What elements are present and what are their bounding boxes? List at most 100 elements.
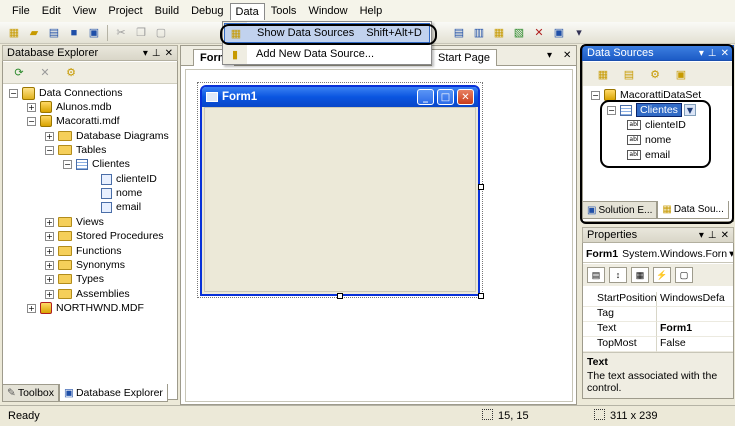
tab-list-icon[interactable]: ▾ <box>547 50 552 61</box>
tab-database-explorer[interactable]: ▣ Database Explorer <box>59 384 168 402</box>
open-folder-icon[interactable]: ▰ <box>26 25 42 41</box>
add-item-icon[interactable]: ▤ <box>46 25 62 41</box>
collapse-icon[interactable]: − <box>27 116 36 126</box>
resize-handle-right[interactable] <box>478 184 484 190</box>
expand-icon[interactable]: + <box>45 231 54 241</box>
column-icon <box>101 173 112 185</box>
copy-icon[interactable]: ❐ <box>133 25 149 41</box>
object-browser-icon[interactable]: ▥ <box>471 25 487 41</box>
tree-node-tables[interactable]: − Tables <box>45 143 106 157</box>
minimize-icon[interactable]: _ <box>417 89 434 105</box>
database-explorer-panel: Database Explorer ▾ ⊥ ✕ ⟳ ✕ ⚙ − Data Conn… <box>2 45 178 400</box>
column-icon <box>101 187 112 199</box>
dropdown-icon[interactable]: ▾ <box>143 48 148 59</box>
start-page-icon[interactable]: ▣ <box>551 25 567 41</box>
maximize-icon[interactable]: □ <box>437 89 454 105</box>
folder-icon <box>58 246 72 256</box>
tree-node-clientes[interactable]: − Clientes <box>63 157 130 171</box>
tree-node-database-diagrams[interactable]: + Database Diagrams <box>45 129 169 143</box>
form1-window[interactable]: Form1 _ □ ✕ <box>200 85 480 296</box>
size-icon <box>594 409 605 420</box>
form1-titlebar[interactable]: Form1 _ □ ✕ <box>202 87 478 107</box>
menu-tools[interactable]: Tools <box>265 2 303 20</box>
menu-view[interactable]: View <box>67 2 103 20</box>
properties-title-text: Properties <box>587 229 638 241</box>
menu-item-add-new-data-source[interactable]: ▮ Add New Data Source... <box>224 44 430 64</box>
save-icon[interactable]: ■ <box>66 25 82 41</box>
tree-node-northwnd[interactable]: + NORTHWND.MDF <box>27 301 144 315</box>
menu-window[interactable]: Window <box>302 2 353 20</box>
tree-node-assemblies[interactable]: + Assemblies <box>45 287 130 301</box>
close-icon[interactable]: ✕ <box>165 48 173 59</box>
menu-edit[interactable]: Edit <box>36 2 67 20</box>
database-explorer-title: Database Explorer ▾ ⊥ ✕ <box>2 45 178 61</box>
menu-bar: File Edit View Project Build Debug Data … <box>0 0 735 22</box>
expand-icon[interactable]: + <box>45 246 54 256</box>
new-project-icon[interactable]: ▦ <box>6 25 22 41</box>
expand-icon[interactable]: + <box>45 131 54 141</box>
tab-toolbox[interactable]: ✎ Toolbox <box>2 384 60 402</box>
toolbar-separator <box>107 24 108 41</box>
collapse-icon[interactable]: − <box>9 88 18 98</box>
pin-icon[interactable]: ⊥ <box>152 48 161 59</box>
property-row[interactable]: TopMost False <box>583 337 733 352</box>
property-row[interactable]: StartPosition WindowsDefa <box>583 292 733 307</box>
menu-build[interactable]: Build <box>149 2 185 20</box>
tree-node-alunos[interactable]: + Alunos.mdb <box>27 100 111 114</box>
expand-icon[interactable]: + <box>45 274 54 284</box>
stop-refresh-icon[interactable]: ✕ <box>37 65 53 81</box>
dropdown-icon[interactable]: ▾ <box>699 230 704 241</box>
properties-icon[interactable]: ▦ <box>631 267 649 283</box>
tree-node-column-email[interactable]: email <box>101 200 141 214</box>
property-pages-icon[interactable]: ▢ <box>675 267 693 283</box>
expand-icon[interactable]: + <box>45 289 54 299</box>
class-view-icon[interactable]: ▧ <box>511 25 527 41</box>
property-row[interactable]: Text Form1 <box>583 322 733 337</box>
property-row[interactable]: Tag <box>583 307 733 322</box>
paste-icon[interactable]: ▢ <box>153 25 169 41</box>
folder-icon <box>58 289 72 299</box>
menu-debug[interactable]: Debug <box>185 2 229 20</box>
expand-icon[interactable]: + <box>27 102 36 112</box>
resize-handle-bottom[interactable] <box>337 293 343 299</box>
tree-node-types[interactable]: + Types <box>45 272 104 286</box>
save-all-icon[interactable]: ▣ <box>86 25 102 41</box>
toolbox-icon[interactable]: ▦ <box>491 25 507 41</box>
close-icon[interactable]: ✕ <box>721 230 729 241</box>
tab-start-page[interactable]: Start Page <box>431 49 497 66</box>
cut-icon[interactable]: ✂ <box>113 25 129 41</box>
tree-node-functions[interactable]: + Functions <box>45 244 122 258</box>
alphabetical-icon[interactable]: ↕ <box>609 267 627 283</box>
resize-handle-corner[interactable] <box>478 293 484 299</box>
menu-file[interactable]: File <box>6 2 36 20</box>
tools-icon[interactable]: ✕ <box>531 25 547 41</box>
menu-help[interactable]: Help <box>354 2 389 20</box>
close-icon[interactable]: ✕ <box>457 89 474 105</box>
events-icon[interactable]: ⚡ <box>653 267 671 283</box>
object-selector[interactable]: Form1 System.Windows.Forn ▾ <box>583 245 733 263</box>
expand-icon[interactable]: + <box>45 260 54 270</box>
tree-node-column-nome[interactable]: nome <box>101 186 142 200</box>
tree-node-views[interactable]: + Views <box>45 215 104 229</box>
chevron-down-icon[interactable]: ▾ <box>729 248 733 260</box>
categorized-icon[interactable]: ▤ <box>587 267 605 283</box>
tree-node-data-connections[interactable]: − Data Connections <box>9 86 122 100</box>
refresh-icon[interactable]: ⟳ <box>11 65 27 81</box>
menu-project[interactable]: Project <box>102 2 148 20</box>
properties-window-icon[interactable]: ▤ <box>451 25 467 41</box>
pin-icon[interactable]: ⊥ <box>708 230 717 241</box>
tree-node-synonyms[interactable]: + Synonyms <box>45 258 125 272</box>
expand-icon[interactable]: + <box>45 217 54 227</box>
tree-node-stored-procedures[interactable]: + Stored Procedures <box>45 229 164 243</box>
close-document-icon[interactable]: ✕ <box>563 50 571 61</box>
collapse-icon[interactable]: − <box>45 145 54 155</box>
expand-icon[interactable]: + <box>27 303 36 313</box>
callout-show-data-sources <box>220 24 437 45</box>
tree-node-column-clienteid[interactable]: clienteID <box>101 172 157 186</box>
toolbar-options-icon[interactable]: ▾ <box>571 25 587 41</box>
connect-to-database-icon[interactable]: ⚙ <box>63 65 79 81</box>
menu-data[interactable]: Data <box>229 2 265 20</box>
form1-client-area[interactable] <box>204 107 476 292</box>
tree-node-macoratti[interactable]: − Macoratti.mdf <box>27 114 120 128</box>
collapse-icon[interactable]: − <box>63 159 72 169</box>
